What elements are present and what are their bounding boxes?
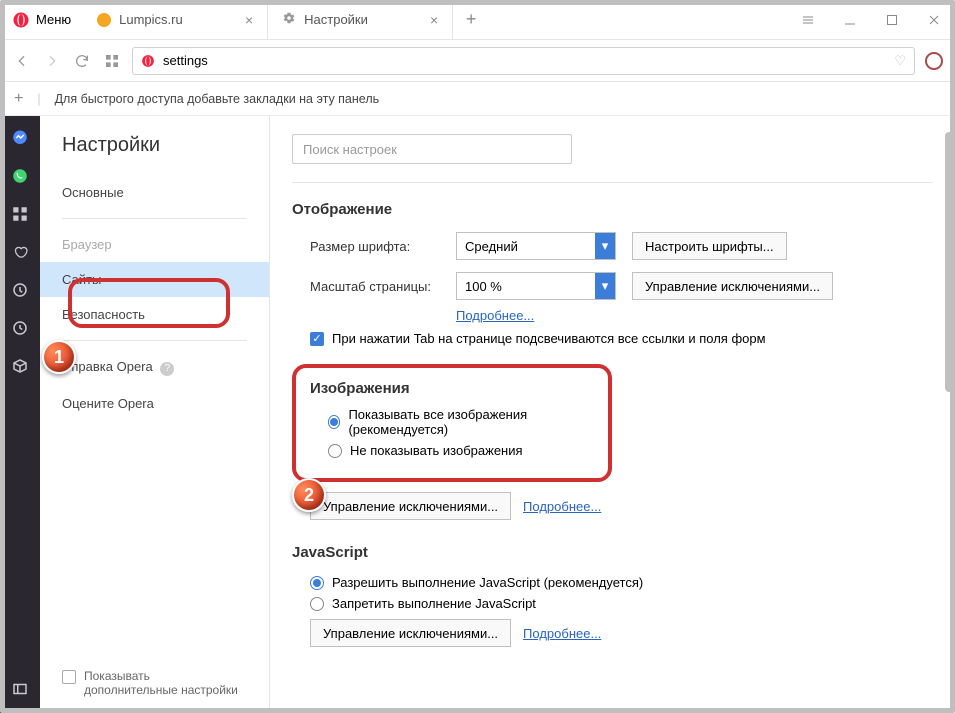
reload-button[interactable] xyxy=(72,53,92,69)
images-section-highlight: Изображения Показывать все изображения (… xyxy=(292,364,612,482)
radio-off-icon xyxy=(310,597,324,611)
font-size-label: Размер шрифта: xyxy=(310,239,440,254)
history-rail-icon[interactable] xyxy=(10,318,30,338)
side-rail xyxy=(0,116,40,713)
images-more-link[interactable]: Подробнее... xyxy=(523,499,601,514)
display-section-title: Отображение xyxy=(292,201,933,218)
menu-button[interactable]: Меню xyxy=(0,0,83,39)
bookmarks-rail-icon[interactable] xyxy=(10,242,30,262)
advanced-label: Показывать дополнительные настройки xyxy=(84,669,242,697)
radio-off-icon xyxy=(328,444,342,458)
nav-browser[interactable]: Браузер xyxy=(40,227,269,262)
nav-basic[interactable]: Основные xyxy=(40,175,269,210)
close-window-button[interactable] xyxy=(913,0,955,39)
display-more-link[interactable]: Подробнее... xyxy=(456,308,534,323)
page-title: Настройки xyxy=(40,134,269,175)
content-pane: Поиск настроек Отображение Размер шрифта… xyxy=(270,116,955,713)
zoom-exceptions-button[interactable]: Управление исключениями... xyxy=(632,272,833,300)
js-exceptions-button[interactable]: Управление исключениями... xyxy=(310,619,511,647)
heart-icon[interactable]: ♡ xyxy=(894,53,906,69)
minimize-button[interactable] xyxy=(829,0,871,39)
close-icon[interactable]: × xyxy=(245,12,253,28)
maximize-button[interactable] xyxy=(871,0,913,39)
scrollbar-thumb[interactable] xyxy=(945,132,953,392)
zoom-value: 100 % xyxy=(465,279,502,294)
font-size-select[interactable]: Средний ▾ xyxy=(456,232,616,260)
radio-on-icon xyxy=(328,415,340,429)
window-controls xyxy=(787,0,955,39)
chevron-down-icon: ▾ xyxy=(595,233,615,259)
new-tab-button[interactable]: + xyxy=(453,0,489,39)
settings-nav: Настройки Основные Браузер Сайты Безопас… xyxy=(40,116,270,713)
js-allow-radio[interactable]: Разрешить выполнение JavaScript (рекомен… xyxy=(292,575,933,590)
js-block-radio[interactable]: Запретить выполнение JavaScript xyxy=(292,596,933,611)
forward-button[interactable] xyxy=(42,53,62,69)
search-placeholder: Поиск настроек xyxy=(303,142,397,157)
profile-icon[interactable] xyxy=(925,52,943,70)
nav-security[interactable]: Безопасность xyxy=(40,297,269,332)
js-section-title: JavaScript xyxy=(292,544,933,561)
images-hide-radio[interactable]: Не показывать изображения xyxy=(310,443,594,458)
settings-search-input[interactable]: Поиск настроек xyxy=(292,134,572,164)
advanced-settings-checkbox[interactable]: Показывать дополнительные настройки xyxy=(62,669,242,697)
nav-rate[interactable]: Оцените Opera xyxy=(40,386,269,421)
titlebar: Меню Lumpics.ru × Настройки × + xyxy=(0,0,955,40)
checkbox-icon xyxy=(62,670,76,684)
images-show-radio[interactable]: Показывать все изображения (рекомендуетс… xyxy=(310,407,594,437)
opera-logo-icon xyxy=(12,11,30,29)
js-allow-label: Разрешить выполнение JavaScript (рекомен… xyxy=(332,575,643,590)
js-more-link[interactable]: Подробнее... xyxy=(523,626,601,641)
configure-fonts-button[interactable]: Настроить шрифты... xyxy=(632,232,787,260)
images-section-title: Изображения xyxy=(310,380,594,397)
tab-highlight-label: При нажатии Tab на странице подсвечивают… xyxy=(332,331,766,346)
close-icon[interactable]: × xyxy=(430,12,438,28)
checked-checkbox-icon[interactable]: ✓ xyxy=(310,332,324,346)
menu-label: Меню xyxy=(36,12,71,27)
address-input[interactable]: settings ♡ xyxy=(132,47,915,75)
add-bookmark-button[interactable]: + xyxy=(14,90,23,108)
address-text: settings xyxy=(163,53,208,68)
images-show-label: Показывать все изображения (рекомендуетс… xyxy=(348,407,594,437)
tab-label: Lumpics.ru xyxy=(119,12,183,27)
font-size-value: Средний xyxy=(465,239,518,254)
favicon-icon xyxy=(97,13,111,27)
window-menu-icon[interactable] xyxy=(787,0,829,39)
gear-icon xyxy=(282,11,296,28)
tab-label: Настройки xyxy=(304,12,368,27)
zoom-label: Масштаб страницы: xyxy=(310,279,440,294)
scrollbar[interactable] xyxy=(941,124,955,705)
collapse-rail-icon[interactable] xyxy=(10,679,30,699)
address-bar: settings ♡ xyxy=(0,40,955,82)
main-area: Настройки Основные Браузер Сайты Безопас… xyxy=(0,116,955,713)
chevron-down-icon: ▾ xyxy=(595,273,615,299)
speed-dial-rail-icon[interactable] xyxy=(10,204,30,224)
images-exceptions-button[interactable]: Управление исключениями... xyxy=(310,492,511,520)
back-button[interactable] xyxy=(12,53,32,69)
whatsapp-icon[interactable] xyxy=(10,166,30,186)
radio-on-icon xyxy=(310,576,324,590)
opera-small-icon xyxy=(141,54,155,68)
speed-dial-icon[interactable] xyxy=(102,53,122,69)
tab-lumpics[interactable]: Lumpics.ru × xyxy=(83,0,268,39)
help-icon: ? xyxy=(160,362,174,376)
messenger-icon[interactable] xyxy=(10,128,30,148)
images-hide-label: Не показывать изображения xyxy=(350,443,523,458)
extensions-rail-icon[interactable] xyxy=(10,356,30,376)
news-rail-icon[interactable] xyxy=(10,280,30,300)
zoom-select[interactable]: 100 % ▾ xyxy=(456,272,616,300)
bookmarks-bar: + | Для быстрого доступа добавьте заклад… xyxy=(0,82,955,116)
tab-settings[interactable]: Настройки × xyxy=(268,0,453,39)
js-block-label: Запретить выполнение JavaScript xyxy=(332,596,536,611)
nav-sites[interactable]: Сайты xyxy=(40,262,269,297)
bookmarks-hint: Для быстрого доступа добавьте закладки н… xyxy=(55,92,380,106)
annotation-marker-1: 1 xyxy=(42,340,76,374)
annotation-marker-2: 2 xyxy=(292,478,326,512)
